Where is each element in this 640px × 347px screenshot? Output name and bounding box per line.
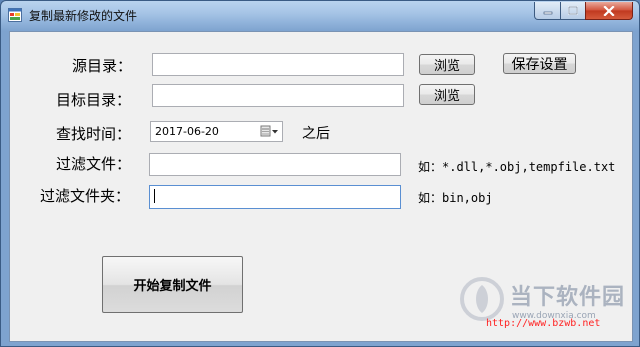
source-dir-label: 源目录： [72, 57, 133, 75]
watermark-url: http://www.bzwb.net [486, 318, 601, 329]
app-window-icon [8, 8, 22, 22]
browse-target-button[interactable]: 浏览 [419, 84, 475, 105]
minimize-icon [543, 11, 552, 14]
start-copy-button[interactable]: 开始复制文件 [102, 256, 243, 313]
browse-source-button[interactable]: 浏览 [419, 54, 475, 75]
target-dir-input[interactable] [152, 84, 404, 107]
calendar-dropdown-icon[interactable] [260, 124, 280, 139]
search-time-label: 查找时间： [56, 125, 132, 143]
watermark-name: 当下软件园 [510, 285, 626, 310]
close-button[interactable] [585, 2, 633, 20]
source-dir-input[interactable] [152, 53, 404, 76]
app-window: 复制最新修改的文件 源目录： 浏览 保存设置 目标目录： 浏览 查找时间： 20… [0, 0, 640, 347]
search-time-value: 2017-06-20 [155, 125, 219, 138]
watermark-logo-icon [460, 277, 504, 321]
minimize-button[interactable] [534, 2, 561, 20]
title-bar[interactable]: 复制最新修改的文件 [1, 1, 639, 29]
form-client-area: 源目录： 浏览 保存设置 目标目录： 浏览 查找时间： 2017-06-20 之… [9, 31, 633, 342]
target-dir-label: 目标目录： [56, 91, 132, 109]
filter-folders-label: 过滤文件夹： [40, 187, 131, 205]
filter-files-label: 过滤文件： [56, 155, 132, 173]
text-caret [154, 188, 155, 203]
filter-files-input[interactable] [149, 153, 401, 176]
maximize-button[interactable] [560, 2, 586, 20]
after-label: 之后 [302, 126, 330, 142]
filter-folders-input[interactable] [149, 185, 401, 209]
search-time-datepicker[interactable]: 2017-06-20 [150, 121, 283, 142]
filter-folders-hint: 如：bin,obj [418, 191, 493, 205]
filter-files-hint: 如：*.dll,*.obj,tempfile.txt [418, 160, 616, 174]
close-icon [603, 5, 615, 16]
maximize-icon [568, 6, 578, 15]
window-title: 复制最新修改的文件 [29, 9, 138, 23]
save-settings-button[interactable]: 保存设置 [503, 53, 576, 74]
